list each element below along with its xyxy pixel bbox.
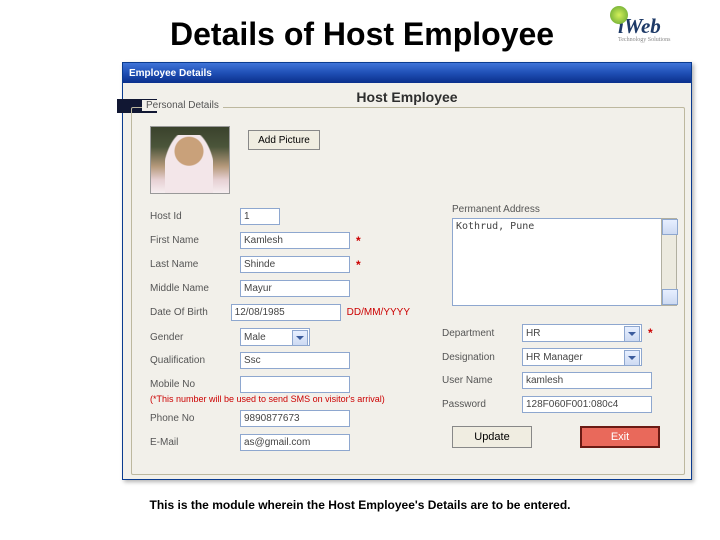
address-textarea[interactable]: [452, 218, 662, 306]
first-name-input[interactable]: [240, 232, 350, 249]
hint-mobile: (*This number will be used to send SMS o…: [150, 394, 385, 404]
dob-input[interactable]: [231, 304, 341, 321]
address-scrollbar[interactable]: [661, 218, 677, 306]
mobile-input[interactable]: [240, 376, 350, 393]
label-email: E-Mail: [150, 437, 240, 448]
phone-input[interactable]: [240, 410, 350, 427]
label-host-id: Host Id: [150, 211, 240, 222]
exit-button[interactable]: Exit: [580, 426, 660, 448]
label-qualification: Qualification: [150, 355, 240, 366]
department-value: HR: [526, 328, 540, 339]
required-mark: *: [642, 326, 653, 340]
logo-subtext: Technology Solutions: [618, 37, 690, 43]
row-email: E-Mail: [150, 434, 410, 451]
window-title: Employee Details: [129, 68, 212, 79]
label-middle-name: Middle Name: [150, 283, 240, 294]
employee-photo: [150, 126, 230, 194]
label-phone: Phone No: [150, 413, 240, 424]
row-first-name: First Name *: [150, 232, 410, 249]
employee-details-window: Employee Details Host Employee Personal …: [122, 62, 692, 480]
slide-title: Details of Host Employee: [170, 16, 554, 53]
row-qualification: Qualification: [150, 352, 410, 369]
label-password: Password: [442, 399, 522, 410]
label-department: Department: [442, 328, 522, 339]
row-password: Password: [442, 396, 652, 413]
host-id-input[interactable]: [240, 208, 280, 225]
designation-value: HR Manager: [526, 352, 583, 363]
row-username: User Name: [442, 372, 652, 389]
row-mobile: Mobile No: [150, 376, 410, 393]
label-dob: Date Of Birth: [150, 307, 231, 318]
window-titlebar[interactable]: Employee Details: [123, 63, 691, 83]
required-mark: *: [350, 258, 361, 272]
required-mark: *: [350, 234, 361, 248]
slide-caption: This is the module wherein the Host Empl…: [0, 498, 720, 512]
brand-logo: iWeb Technology Solutions: [618, 14, 690, 54]
gender-value: Male: [244, 332, 266, 343]
row-phone: Phone No: [150, 410, 410, 427]
department-select[interactable]: HR: [522, 324, 642, 342]
label-last-name: Last Name: [150, 259, 240, 270]
label-address: Permanent Address: [452, 204, 540, 215]
middle-name-input[interactable]: [240, 280, 350, 297]
label-mobile: Mobile No: [150, 379, 240, 390]
row-dob: Date Of Birth DD/MM/YYYY: [150, 304, 410, 321]
gender-select[interactable]: Male: [240, 328, 310, 346]
logo-burst-icon: [610, 6, 628, 24]
email-input[interactable]: [240, 434, 350, 451]
label-first-name: First Name: [150, 235, 240, 246]
designation-select[interactable]: HR Manager: [522, 348, 642, 366]
row-host-id: Host Id: [150, 208, 410, 225]
row-designation: Designation HR Manager: [442, 348, 642, 366]
personal-details-group: Personal Details Add Picture Host Id Fir…: [131, 107, 685, 475]
row-mobile-hint: (*This number will be used to send SMS o…: [150, 394, 470, 404]
row-middle-name: Middle Name: [150, 280, 410, 297]
username-input[interactable]: [522, 372, 652, 389]
last-name-input[interactable]: [240, 256, 350, 273]
qualification-input[interactable]: [240, 352, 350, 369]
row-gender: Gender Male: [150, 328, 410, 346]
password-input[interactable]: [522, 396, 652, 413]
row-last-name: Last Name *: [150, 256, 410, 273]
row-department: Department HR *: [442, 324, 653, 342]
label-username: User Name: [442, 375, 522, 386]
label-gender: Gender: [150, 332, 240, 343]
update-button[interactable]: Update: [452, 426, 532, 448]
label-designation: Designation: [442, 352, 522, 363]
hint-date-format: DD/MM/YYYY: [341, 307, 410, 318]
add-picture-button[interactable]: Add Picture: [248, 130, 320, 150]
